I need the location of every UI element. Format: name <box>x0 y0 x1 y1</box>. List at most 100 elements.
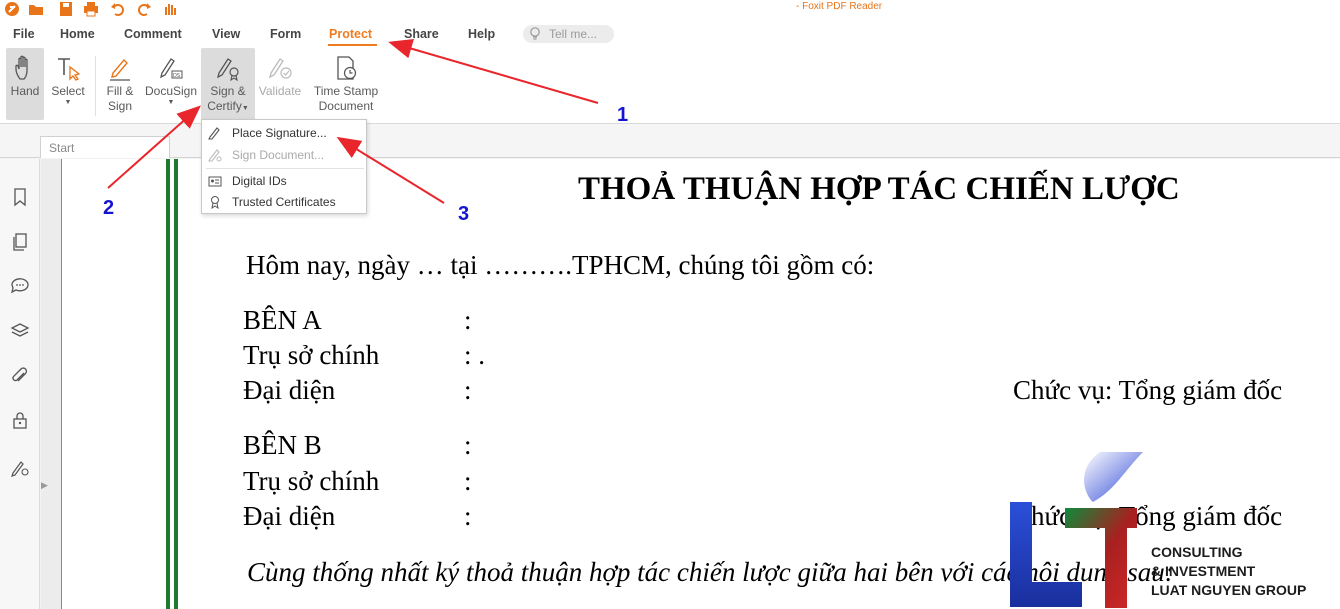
validate-label: Validate <box>258 84 302 98</box>
rep-a-position: Chức vụ: Tổng giám đốc <box>1013 375 1283 405</box>
pages-icon[interactable] <box>10 232 30 252</box>
tab-share[interactable]: Share <box>404 27 439 41</box>
digital-ids-label: Digital IDs <box>232 174 287 188</box>
office-a-colon: : . <box>464 340 486 370</box>
office-b-label: Trụ sở chính <box>243 466 380 496</box>
hand-tool-button[interactable]: Hand <box>6 48 44 120</box>
margin-line <box>174 159 178 609</box>
sign-certify-label-2: Certify <box>207 99 242 113</box>
tab-file[interactable]: File <box>13 27 35 41</box>
office-a-label: Trụ sở chính <box>243 340 380 370</box>
security-lock-icon[interactable] <box>10 410 30 430</box>
digital-ids-menu-item[interactable]: Digital IDs <box>202 171 366 192</box>
start-tab-label: Start <box>49 141 75 155</box>
save-icon[interactable] <box>58 1 74 17</box>
undo-icon[interactable] <box>110 1 126 17</box>
menu-tabs: File Home Comment View Form Protect Shar… <box>0 20 1340 48</box>
fill-sign-label-1: Fill & <box>106 84 134 98</box>
docusign-label: DocuSign <box>144 84 198 98</box>
rep-a-label: Đại diện <box>243 375 336 405</box>
validate-icon <box>269 58 292 79</box>
select-label: Select <box>51 84 85 98</box>
quick-access-toolbar: - Foxit PDF Reader <box>0 0 1340 20</box>
signature-panel-icon[interactable] <box>10 458 30 478</box>
sidebar-collapse-strip <box>41 159 61 609</box>
intro-line: Hôm nay, ngày … tại ……….TPHCM, chúng tôi… <box>246 250 875 280</box>
time-stamp-icon <box>337 56 357 80</box>
select-text-icon <box>58 58 81 81</box>
ribbon-separator <box>95 56 96 116</box>
tab-form[interactable]: Form <box>270 27 301 41</box>
attachment-icon[interactable] <box>10 366 30 386</box>
rep-b-colon: : <box>464 501 472 531</box>
tab-home[interactable]: Home <box>60 27 95 41</box>
office-b-colon: : <box>464 466 472 496</box>
hand-icon <box>15 55 28 80</box>
document-title: THOẢ THUẬN HỢP TÁC CHIẾN LƯỢC <box>578 171 1180 207</box>
party-a-colon: : <box>464 305 472 335</box>
docusign-button[interactable]: DS DocuSign ▼ <box>143 48 199 120</box>
docusign-caret-icon: ▼ <box>167 99 175 106</box>
tab-comment[interactable]: Comment <box>124 27 182 41</box>
annotation-number-1: 1 <box>617 104 629 126</box>
foxit-logo-icon <box>5 2 19 16</box>
sign-certify-caret-icon: ▼ <box>241 105 249 112</box>
validate-button: Validate <box>257 48 303 120</box>
hand-label: Hand <box>10 84 40 98</box>
rep-b-label: Đại diện <box>243 501 336 531</box>
time-stamp-label-1: Time Stamp <box>313 84 379 98</box>
sign-document-menu-item: Sign Document... <box>202 145 366 166</box>
logo-text-group: LUAT NGUYEN GROUP <box>1151 582 1307 598</box>
sign-document-pen-icon <box>208 149 222 162</box>
docusign-pen-icon: DS <box>160 58 183 79</box>
ribbon-protect: Hand Select ▼ Fill & Sign DS DocuSign ▼ … <box>0 48 1340 124</box>
active-tab-underline <box>328 44 377 46</box>
certificate-ribbon-icon <box>211 196 219 209</box>
tab-help[interactable]: Help <box>468 27 495 41</box>
party-b-colon: : <box>464 430 472 460</box>
id-card-icon <box>208 176 222 187</box>
tab-view[interactable]: View <box>212 27 240 41</box>
place-signature-label: Place Signature... <box>232 126 327 140</box>
svg-text:DS: DS <box>173 73 180 79</box>
menu-separator <box>206 168 364 169</box>
party-b-label: BÊN B <box>243 430 322 460</box>
annotation-number-3: 3 <box>458 203 470 225</box>
open-folder-icon[interactable] <box>28 1 44 17</box>
expand-panel-arrow-icon[interactable]: ▶ <box>41 480 49 494</box>
select-caret-icon: ▼ <box>64 99 72 106</box>
sign-certify-icon <box>217 58 239 81</box>
print-icon[interactable] <box>83 1 99 17</box>
navigation-sidebar <box>0 159 40 609</box>
margin-line <box>166 159 170 609</box>
sign-certify-label-1: Sign & <box>210 84 246 98</box>
fill-sign-label-2: Sign <box>107 99 133 113</box>
fill-sign-pen-icon <box>110 58 130 81</box>
trusted-certificates-label: Trusted Certificates <box>232 195 336 209</box>
redo-icon[interactable] <box>136 1 152 17</box>
time-stamp-button[interactable]: Time Stamp Document <box>309 48 383 120</box>
rep-a-colon: : <box>464 375 472 405</box>
select-tool-button[interactable]: Select ▼ <box>48 48 88 120</box>
tab-protect[interactable]: Protect <box>329 27 372 41</box>
tab-start[interactable]: Start <box>40 136 170 158</box>
sign-document-label: Sign Document... <box>232 148 325 162</box>
bookmark-icon[interactable] <box>10 187 30 207</box>
comments-icon[interactable] <box>10 275 30 295</box>
tell-me-placeholder: Tell me... <box>549 27 598 41</box>
logo-text-consulting: CONSULTING <box>1151 544 1243 560</box>
place-signature-menu-item[interactable]: Place Signature... <box>202 123 366 144</box>
fill-sign-button[interactable]: Fill & Sign <box>101 48 139 120</box>
layers-icon[interactable] <box>10 321 30 341</box>
sign-certify-dropdown-menu: Place Signature... Sign Document... Digi… <box>201 119 367 214</box>
time-stamp-label-2: Document <box>318 99 374 113</box>
app-title: - Foxit PDF Reader <box>796 1 883 12</box>
party-a-label: BÊN A <box>243 305 322 335</box>
tell-me-search[interactable]: Tell me... <box>523 25 614 43</box>
annotation-number-2: 2 <box>103 197 115 219</box>
place-signature-pen-icon <box>208 127 220 140</box>
lightbulb-icon <box>530 27 540 40</box>
trusted-certificates-menu-item[interactable]: Trusted Certificates <box>202 192 366 213</box>
sign-certify-button[interactable]: Sign & Certify▼ <box>201 48 255 120</box>
hand-tool-quick-icon[interactable] <box>162 1 178 17</box>
